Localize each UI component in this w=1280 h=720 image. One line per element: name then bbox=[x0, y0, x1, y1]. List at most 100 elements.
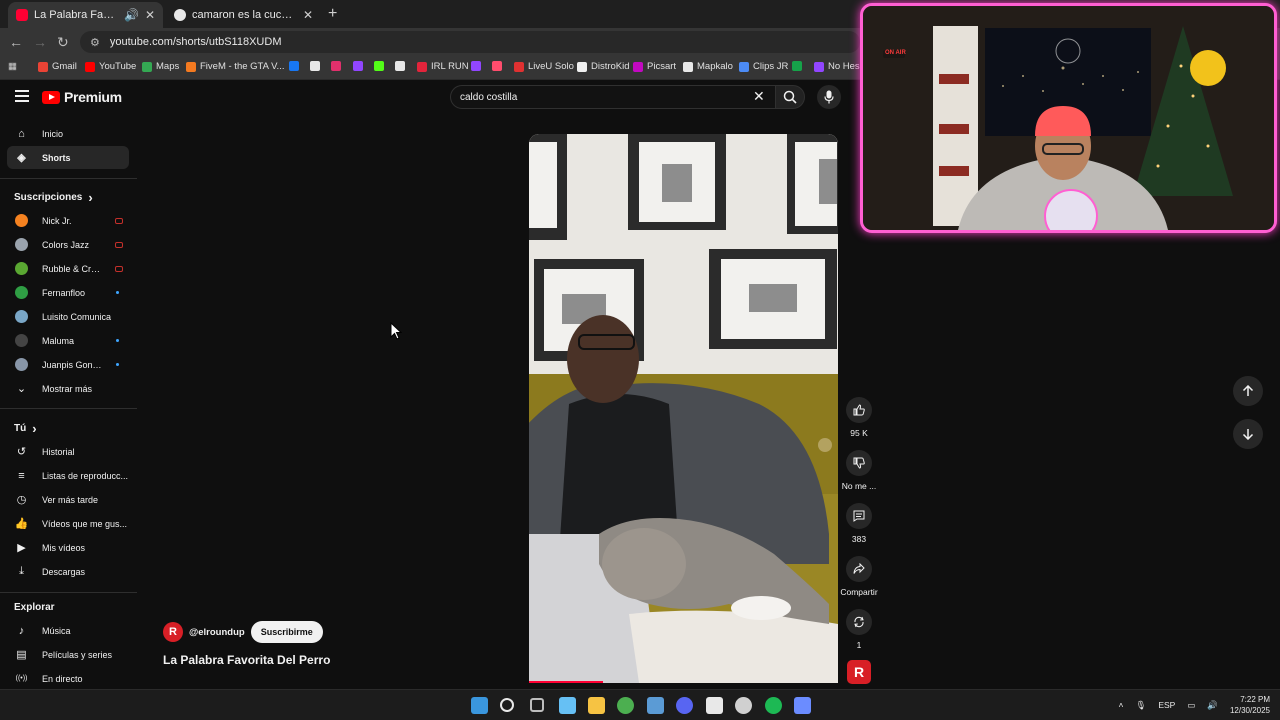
sidebar-item-shorts[interactable]: ◈ Shorts bbox=[7, 146, 129, 169]
remix-button[interactable]: 1 bbox=[839, 609, 879, 650]
guide-menu-icon[interactable] bbox=[15, 90, 29, 102]
sidebar-item-you[interactable]: ◷ Ver más tarde bbox=[7, 488, 129, 511]
sidebar-item-explore[interactable]: ♪ Música bbox=[7, 619, 129, 642]
obs-icon[interactable] bbox=[735, 697, 752, 714]
search-icon bbox=[783, 90, 797, 104]
clock[interactable]: 7:22 PM 12/30/2025 bbox=[1230, 694, 1270, 716]
steam-icon[interactable] bbox=[559, 697, 576, 714]
channel-avatar bbox=[15, 310, 28, 323]
store-icon[interactable] bbox=[647, 697, 664, 714]
url-bar[interactable]: ⚙ youtube.com/shorts/utbS118XUDM bbox=[80, 31, 860, 53]
sidebar-item-label: Fernanfloo bbox=[42, 287, 86, 298]
bookmark-item[interactable]: Maps bbox=[142, 61, 179, 72]
bookmark-item[interactable] bbox=[353, 61, 363, 71]
tab-audio-icon[interactable]: 🔊 bbox=[124, 8, 139, 22]
short-video-player[interactable] bbox=[529, 134, 838, 683]
like-button[interactable]: 95 K bbox=[839, 397, 879, 438]
arrow-up-icon bbox=[1242, 385, 1254, 396]
bookmark-item[interactable]: Gmail bbox=[38, 61, 77, 72]
sidebar-item-explore[interactable]: ((•)) En directo bbox=[7, 667, 129, 690]
file-explorer-icon[interactable] bbox=[588, 697, 605, 714]
channel-handle[interactable]: @elroundup bbox=[189, 627, 245, 638]
bookmark-item[interactable]: FiveM - the GTA V... bbox=[186, 61, 284, 72]
bookmark-item[interactable]: No Hesi bbox=[814, 61, 862, 72]
search-button[interactable] bbox=[775, 85, 805, 109]
network-icon[interactable]: ▭ bbox=[1187, 700, 1195, 711]
bookmark-item[interactable]: DistroKid bbox=[577, 61, 630, 72]
bookmark-item[interactable] bbox=[331, 61, 341, 71]
language-indicator[interactable]: ESP bbox=[1158, 700, 1175, 710]
bookmark-item[interactable] bbox=[792, 61, 802, 71]
sidebar-item-inicio[interactable]: ⌂ Inicio bbox=[7, 122, 129, 145]
windows-start-icon[interactable] bbox=[471, 697, 488, 714]
bookmark-label: DistroKid bbox=[591, 61, 630, 72]
chrome-icon[interactable] bbox=[617, 697, 634, 714]
bookmark-item[interactable] bbox=[289, 61, 299, 71]
bookmark-item[interactable]: Clips JR bbox=[739, 61, 788, 72]
bookmark-item[interactable]: Picsart bbox=[633, 61, 676, 72]
back-icon[interactable]: ← bbox=[9, 34, 23, 50]
on-air-sign: ON AIR bbox=[885, 50, 906, 56]
apps-grid-icon[interactable]: ▦ bbox=[8, 61, 17, 72]
search-query: caldo costilla bbox=[460, 91, 518, 103]
discord-icon[interactable] bbox=[676, 697, 693, 714]
channel-avatar[interactable]: R bbox=[847, 660, 871, 684]
tab-close-icon[interactable]: ✕ bbox=[303, 8, 313, 22]
chevron-up-icon[interactable]: ˄ bbox=[1119, 700, 1124, 710]
app-icon[interactable] bbox=[794, 697, 811, 714]
subscription-item[interactable]: Luisito Comunica bbox=[7, 305, 129, 328]
video-progress-bar[interactable] bbox=[529, 681, 603, 683]
new-tab-icon[interactable]: + bbox=[328, 5, 337, 23]
bookmark-item[interactable]: IRL RUN bbox=[417, 61, 469, 72]
capcut-icon[interactable] bbox=[706, 697, 723, 714]
share-button[interactable]: Compartir bbox=[834, 556, 884, 597]
reload-icon[interactable]: ↻ bbox=[57, 34, 69, 51]
sidebar-item-you[interactable]: ⤓ Descargas bbox=[7, 560, 129, 583]
you-header[interactable]: Tú › bbox=[14, 421, 37, 436]
spotify-icon[interactable] bbox=[765, 697, 782, 714]
bookmark-item[interactable]: LiveU Solo bbox=[514, 61, 574, 72]
subscribe-button[interactable]: Suscribirme bbox=[250, 621, 323, 643]
sidebar-item-you[interactable]: ≡ Listas de reproducc... bbox=[7, 464, 129, 487]
dislike-button[interactable]: No me ... bbox=[839, 450, 879, 491]
bookmark-item[interactable] bbox=[395, 61, 405, 71]
task-view-icon[interactable] bbox=[530, 698, 544, 712]
subscription-item[interactable]: Fernanfloo bbox=[7, 281, 129, 304]
sidebar-item-label: Ver más tarde bbox=[42, 494, 99, 505]
microphone-tray-icon[interactable]: 🎙 bbox=[1136, 700, 1147, 711]
site-info-icon[interactable]: ⚙ bbox=[90, 36, 100, 49]
bookmark-item[interactable] bbox=[310, 61, 320, 71]
subscription-item[interactable]: Maluma bbox=[7, 329, 129, 352]
previous-short-button[interactable] bbox=[1233, 376, 1263, 406]
comments-button[interactable]: 383 bbox=[839, 503, 879, 544]
next-short-button[interactable] bbox=[1233, 419, 1263, 449]
tab-close-icon[interactable]: ✕ bbox=[145, 8, 155, 22]
youtube-premium-logo[interactable]: Premium bbox=[42, 89, 122, 105]
voice-search-button[interactable] bbox=[817, 85, 841, 109]
home-icon: ⌂ bbox=[18, 127, 25, 140]
show-more-button[interactable]: ⌄ Mostrar más bbox=[7, 377, 129, 400]
tab-inactive[interactable]: camaron es la cucaracha del m ✕ bbox=[166, 2, 321, 28]
tab-active[interactable]: La Palabra Favorita Del Perro 🔊 ✕ bbox=[8, 2, 163, 28]
bookmark-item[interactable] bbox=[492, 61, 502, 71]
volume-icon[interactable]: 🔊 bbox=[1207, 700, 1218, 711]
subscription-item[interactable]: Colors Jazz bbox=[7, 233, 129, 256]
sidebar-item-you[interactable]: ▶ Mis vídeos bbox=[7, 536, 129, 559]
subscription-item[interactable]: Juanpis González bbox=[7, 353, 129, 376]
search-icon[interactable] bbox=[500, 698, 514, 712]
bookmark-item[interactable] bbox=[374, 61, 384, 71]
subscriptions-header[interactable]: Suscripciones › bbox=[14, 190, 93, 205]
search-input[interactable]: caldo costilla bbox=[450, 85, 775, 109]
sidebar-item-you[interactable]: 👍 Vídeos que me gus... bbox=[7, 512, 129, 535]
subscription-item[interactable]: Rubble & Crew bbox=[7, 257, 129, 280]
forward-icon[interactable]: → bbox=[33, 34, 47, 50]
channel-avatar-small[interactable]: R bbox=[163, 622, 183, 642]
short-title[interactable]: La Palabra Favorita Del Perro bbox=[163, 653, 330, 667]
sidebar-item-you[interactable]: ↺ Historial bbox=[7, 440, 129, 463]
bookmark-item[interactable] bbox=[471, 61, 481, 71]
sidebar-item-explore[interactable]: ▤ Películas y series bbox=[7, 643, 129, 666]
subscription-item[interactable]: Nick Jr. bbox=[7, 209, 129, 232]
bookmark-item[interactable]: YouTube bbox=[85, 61, 136, 72]
bookmark-item[interactable]: Mapkalo bbox=[683, 61, 733, 72]
clear-search-icon[interactable]: ✕ bbox=[753, 88, 765, 105]
